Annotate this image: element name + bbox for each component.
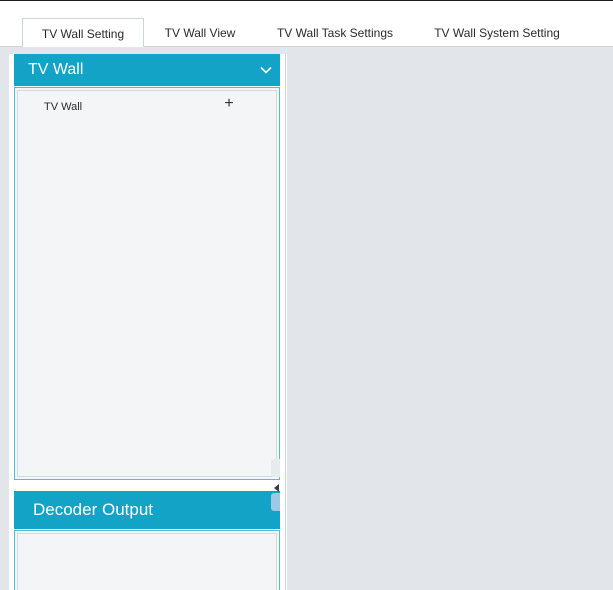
decoder-output-panel-title: Decoder Output bbox=[33, 500, 154, 519]
decoder-output-list bbox=[17, 533, 277, 590]
left-sidebar: TV Wall TV Wall + Decoder Output bbox=[9, 54, 287, 590]
handle-top bbox=[271, 459, 280, 477]
handle-scroll-thumb[interactable] bbox=[271, 493, 280, 511]
tv-wall-panel-title: TV Wall bbox=[28, 61, 84, 78]
tab-tv-wall-task-settings[interactable]: TV Wall Task Settings bbox=[260, 18, 410, 48]
tree-item-label[interactable]: TV Wall bbox=[44, 101, 82, 113]
collapse-arrow-icon[interactable] bbox=[274, 484, 279, 492]
panel-splitter[interactable] bbox=[280, 54, 287, 590]
splitter-line bbox=[285, 54, 286, 590]
plus-icon[interactable]: + bbox=[220, 95, 238, 113]
chevron-down-icon[interactable] bbox=[260, 64, 272, 76]
tv-wall-tree-panel: TV Wall + bbox=[14, 87, 280, 480]
collapse-sidebar-handle[interactable] bbox=[271, 459, 280, 511]
tab-tv-wall-view[interactable]: TV Wall View bbox=[150, 18, 250, 48]
decoder-output-panel bbox=[14, 530, 280, 590]
decoder-output-panel-header[interactable]: Decoder Output bbox=[14, 491, 280, 529]
tab-bar: TV Wall Setting TV Wall View TV Wall Tas… bbox=[0, 1, 613, 49]
tv-wall-tree: TV Wall + bbox=[17, 90, 277, 477]
tab-tv-wall-setting[interactable]: TV Wall Setting bbox=[22, 18, 144, 49]
workspace: TV Wall TV Wall + Decoder Output bbox=[0, 47, 613, 590]
tv-wall-panel-header[interactable]: TV Wall bbox=[14, 54, 280, 86]
tab-tv-wall-system-setting[interactable]: TV Wall System Setting bbox=[418, 18, 576, 48]
